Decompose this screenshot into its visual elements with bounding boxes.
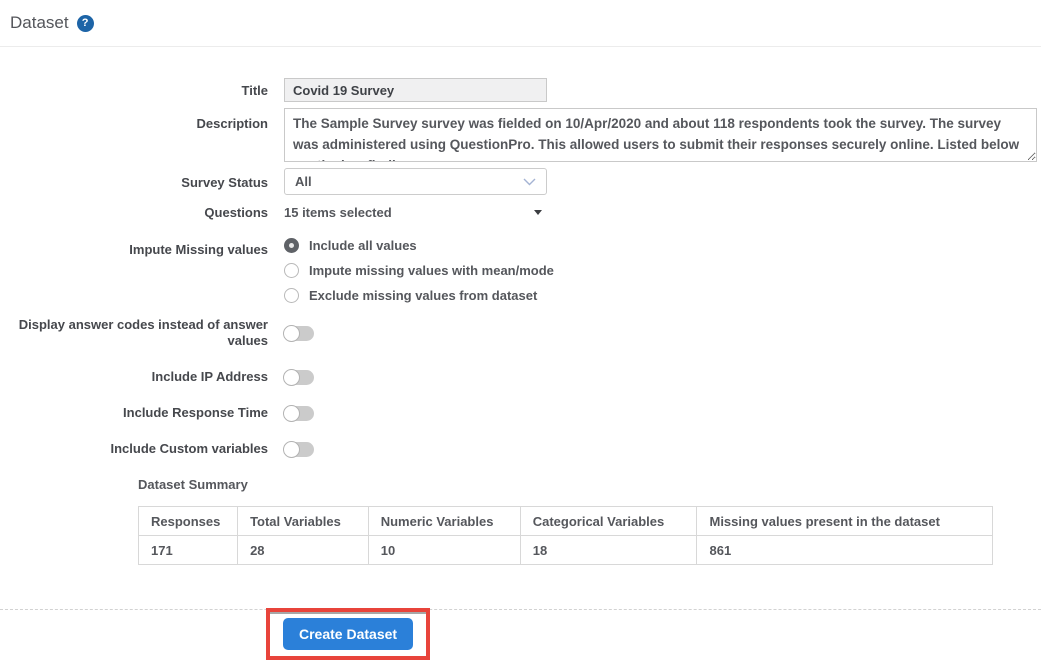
title-row: Title xyxy=(0,78,1041,102)
custom-variables-toggle[interactable] xyxy=(283,440,314,458)
toggle-knob xyxy=(283,440,300,458)
table-cell: 171 xyxy=(137,535,239,565)
radio-impute-mean-mode[interactable]: Impute missing values with mean/mode xyxy=(284,258,1041,283)
column-header: Categorical Variables xyxy=(519,506,698,536)
radio-include-all-values[interactable]: Include all values xyxy=(284,233,1041,258)
page-title: Dataset xyxy=(10,13,69,32)
toggle-row-answer-codes: Display answer codes instead of answer v… xyxy=(0,317,1041,349)
response-time-toggle[interactable] xyxy=(283,404,314,422)
dataset-form: Title Description The Sample Survey surv… xyxy=(0,78,1041,458)
page-header: Dataset ? xyxy=(0,0,1041,33)
dataset-summary-section: Dataset Summary Responses Total Variable… xyxy=(137,477,993,565)
dataset-summary-title: Dataset Summary xyxy=(138,477,248,492)
title-input[interactable] xyxy=(284,78,547,102)
ip-address-toggle[interactable] xyxy=(283,368,314,386)
table-row: 171 28 10 18 861 xyxy=(137,535,993,565)
create-dataset-button[interactable]: Create Dataset xyxy=(283,618,414,650)
chevron-down-icon xyxy=(523,178,536,185)
radio-unselected-icon[interactable] xyxy=(284,288,299,303)
survey-status-row: Survey Status All xyxy=(0,168,1041,195)
footer-dashed-divider xyxy=(0,609,1041,610)
survey-status-value: All xyxy=(295,174,312,189)
toggle-knob xyxy=(283,324,300,342)
dataset-summary-table: Responses Total Variables Numeric Variab… xyxy=(137,506,993,565)
radio-selected-icon[interactable] xyxy=(284,238,299,253)
caret-down-icon xyxy=(534,210,542,215)
help-icon[interactable]: ? xyxy=(76,14,94,32)
column-header: Total Variables xyxy=(237,506,369,536)
questions-multiselect[interactable]: 15 items selected xyxy=(284,205,547,220)
toggle-label: Include Custom variables xyxy=(110,441,269,456)
toggle-knob xyxy=(283,368,300,386)
toggle-row-custom-variables: Include Custom variables xyxy=(0,440,1041,458)
questions-row: Questions 15 items selected xyxy=(0,205,1041,220)
description-label: Description xyxy=(196,116,268,131)
header-divider xyxy=(0,46,1041,47)
answer-codes-toggle[interactable] xyxy=(283,324,314,342)
survey-status-select[interactable]: All xyxy=(284,168,547,195)
table-header-row: Responses Total Variables Numeric Variab… xyxy=(137,506,993,536)
radio-label: Exclude missing values from dataset xyxy=(309,288,538,303)
table-cell: 861 xyxy=(696,535,993,565)
table-cell: 18 xyxy=(519,535,698,565)
column-header: Numeric Variables xyxy=(367,506,521,536)
radio-exclude-missing[interactable]: Exclude missing values from dataset xyxy=(284,283,1041,308)
questions-label: Questions xyxy=(204,205,268,220)
radio-unselected-icon[interactable] xyxy=(284,263,299,278)
column-header: Responses xyxy=(137,506,239,536)
toggle-label: Display answer codes instead of answer v… xyxy=(18,317,268,348)
radio-label: Include all values xyxy=(309,238,417,253)
radio-label: Impute missing values with mean/mode xyxy=(309,263,554,278)
toggle-row-response-time: Include Response Time xyxy=(0,404,1041,422)
table-cell: 10 xyxy=(367,535,521,565)
toggle-knob xyxy=(283,404,300,422)
questions-selected-count: 15 items selected xyxy=(284,205,392,220)
column-header: Missing values present in the dataset xyxy=(696,506,993,536)
description-row: Description The Sample Survey survey was… xyxy=(0,108,1041,162)
description-textarea[interactable]: The Sample Survey survey was fielded on … xyxy=(284,108,1037,162)
impute-row: Impute Missing values Include all values… xyxy=(0,233,1041,308)
survey-status-label: Survey Status xyxy=(181,175,268,190)
toggle-row-ip-address: Include IP Address xyxy=(0,368,1041,386)
impute-label: Impute Missing values xyxy=(129,242,268,257)
toggle-label: Include IP Address xyxy=(151,369,268,384)
title-label: Title xyxy=(241,83,269,98)
table-cell: 28 xyxy=(237,535,369,565)
toggle-label: Include Response Time xyxy=(123,405,268,420)
annotation-highlight-box: Create Dataset xyxy=(266,608,431,660)
